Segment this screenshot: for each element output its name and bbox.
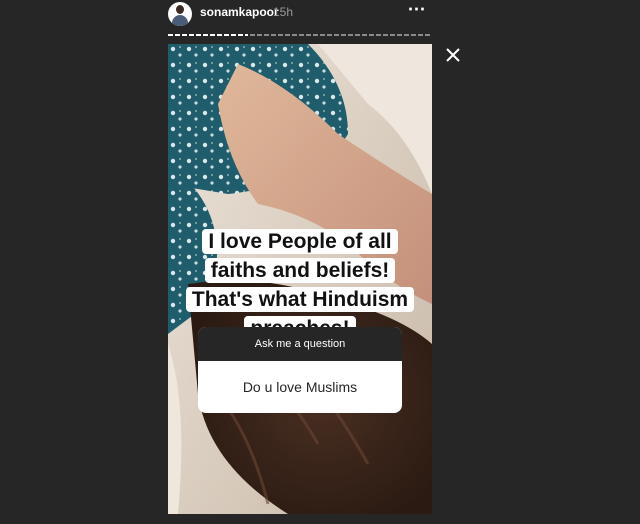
more-options-icon[interactable]: ⋯ <box>404 0 430 22</box>
caption-line: That's what Hinduism <box>185 287 415 312</box>
progress-segment-active <box>168 34 248 36</box>
caption-line: I love People of all <box>202 229 398 254</box>
story-header: sonamkapoor 15h ⋯ <box>0 0 640 30</box>
username[interactable]: sonamkapoor <box>200 5 279 19</box>
avatar-head <box>176 5 184 14</box>
story-frame[interactable]: I love People of all faiths and beliefs!… <box>168 44 432 514</box>
story-caption: I love People of all faiths and beliefs!… <box>168 227 432 343</box>
question-sticker[interactable]: Ask me a question Do u love Muslims <box>198 327 402 413</box>
caption-line: faiths and beliefs! <box>204 258 396 283</box>
question-sticker-header: Ask me a question <box>198 327 402 361</box>
progress-segment-remaining <box>250 34 432 36</box>
close-icon[interactable] <box>442 44 464 66</box>
question-sticker-answer: Do u love Muslims <box>242 379 358 395</box>
avatar-body <box>172 15 188 26</box>
profile-avatar[interactable] <box>168 2 192 26</box>
story-progress-bar <box>168 34 432 36</box>
post-time: 15h <box>273 5 294 19</box>
